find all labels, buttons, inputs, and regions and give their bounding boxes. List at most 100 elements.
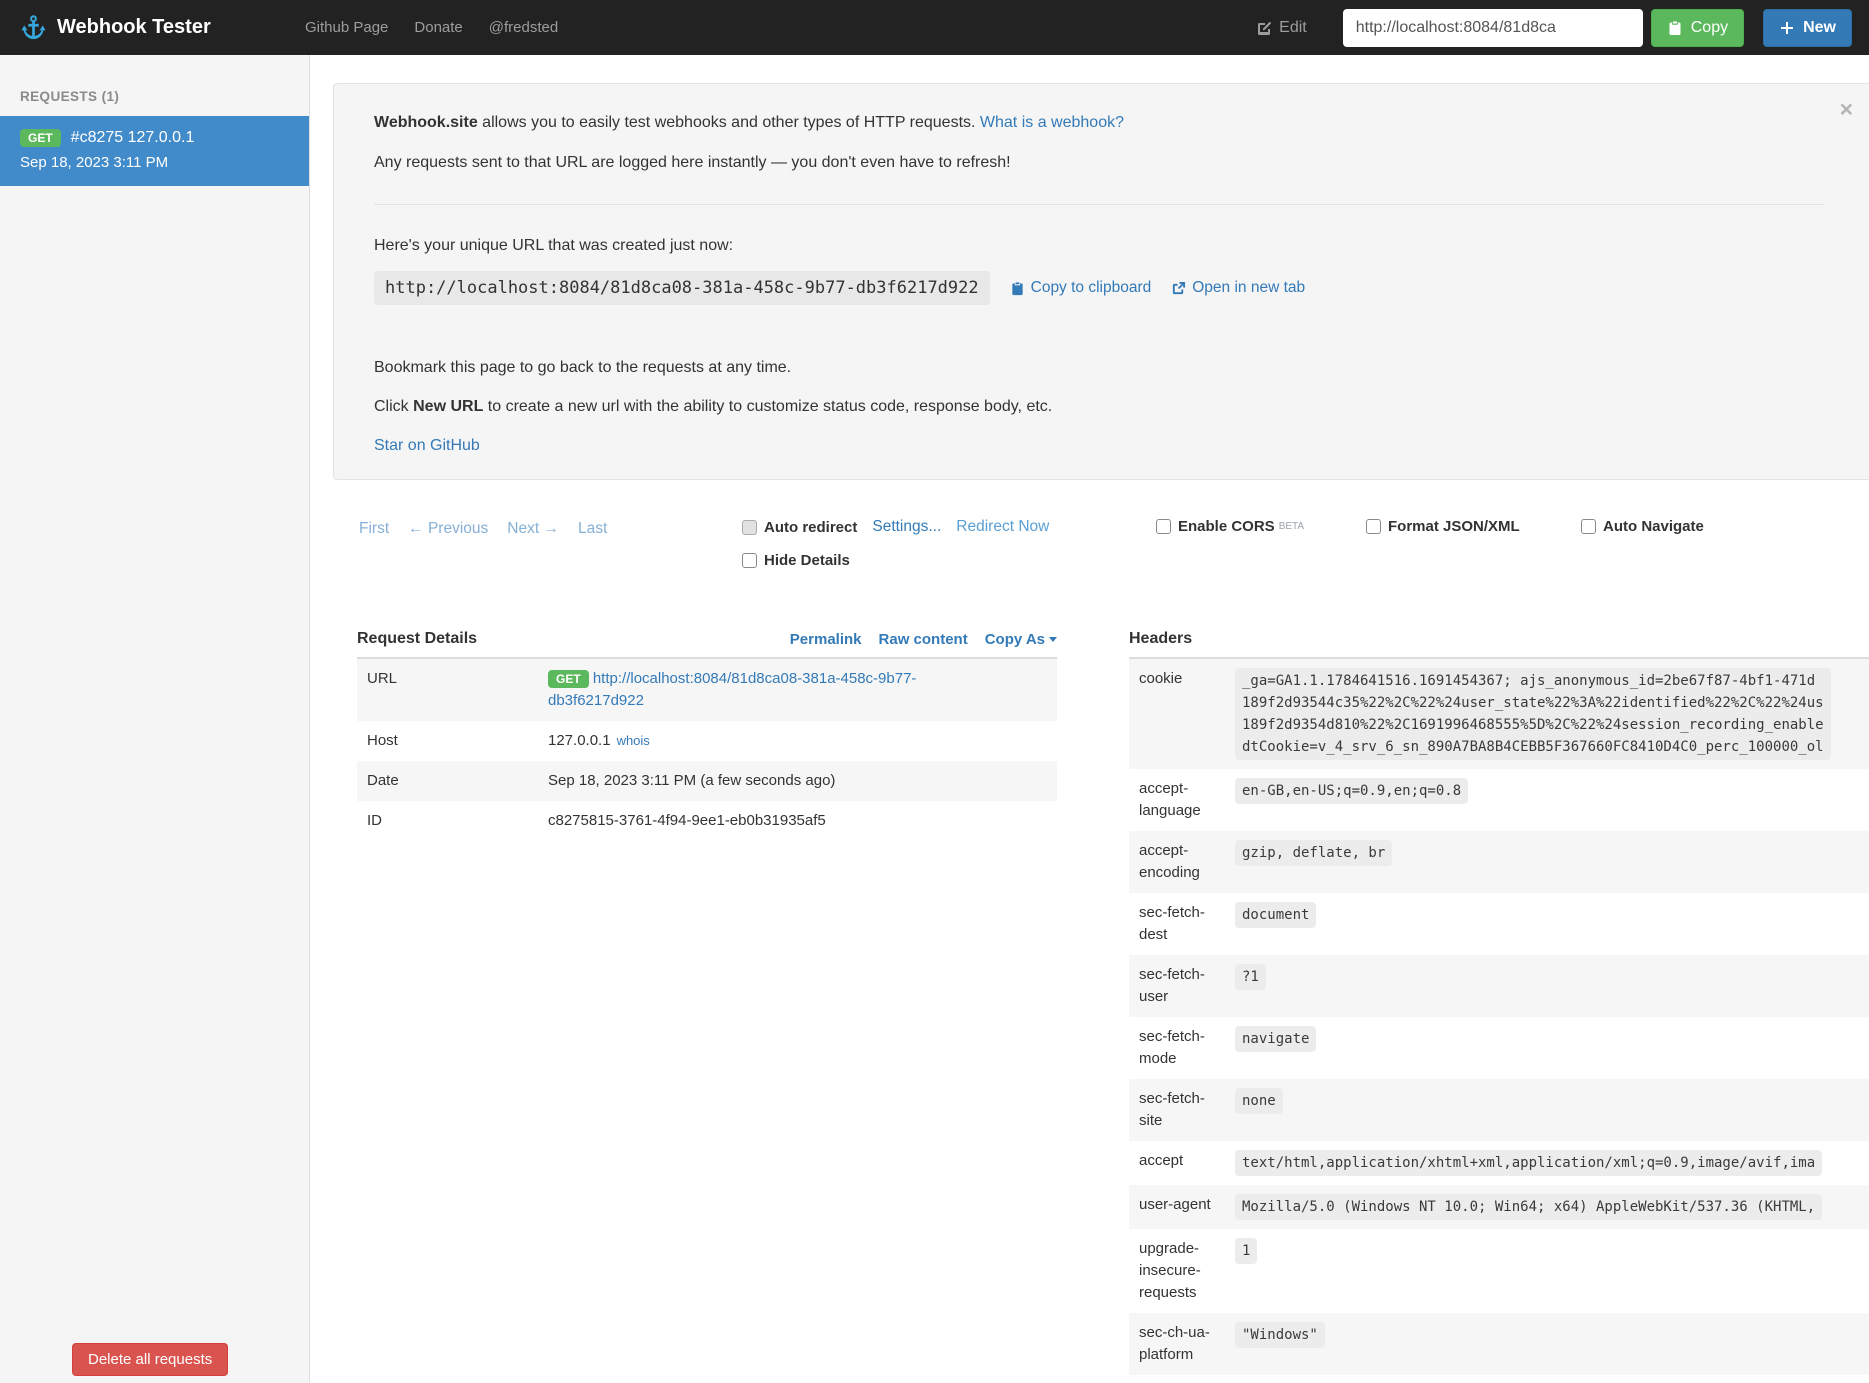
raw-content-link[interactable]: Raw content	[879, 631, 968, 648]
nav-links: Github Page Donate @fredsted	[305, 0, 558, 55]
header-row: sec-fetch-destdocument	[1129, 893, 1869, 955]
auto-redirect-label: Auto redirect	[742, 519, 857, 536]
open-in-new-tab-link[interactable]: Open in new tab	[1171, 279, 1305, 297]
unique-url-label: Here's your unique URL that was created …	[374, 237, 1824, 255]
edit-button[interactable]: Edit	[1256, 19, 1307, 37]
divider	[374, 204, 1824, 205]
request-detail-row: DateSep 18, 2023 3:11 PM (a few seconds …	[357, 761, 1057, 801]
copy-button[interactable]: Copy	[1651, 9, 1744, 47]
auto-navigate-checkbox[interactable]	[1581, 519, 1596, 534]
permalink-link[interactable]: Permalink	[790, 631, 862, 648]
intro-line-1: Webhook.site allows you to easily test w…	[374, 114, 1824, 132]
pencil-square-icon	[1256, 20, 1272, 36]
pagination-first[interactable]: First	[359, 520, 389, 538]
redirect-now-link[interactable]: Redirect Now	[956, 518, 1049, 536]
requests-header: REQUESTS (1)	[0, 55, 309, 116]
detail-value: c8275815-3761-4f94-9ee1-eb0b31935af5	[538, 801, 1057, 841]
auto-redirect-group: Auto redirect Settings... Redirect Now	[742, 518, 1049, 536]
delete-all-requests-button[interactable]: Delete all requests	[72, 1343, 228, 1376]
header-value: _ga=GA1.1.1784641516.1691454367; ajs_ano…	[1235, 668, 1831, 760]
intro-panel: × Webhook.site allows you to easily test…	[333, 83, 1869, 480]
detail-label: Date	[357, 761, 538, 801]
request-details-links: Permalink Raw content Copy As	[790, 631, 1057, 648]
detail-value: Sep 18, 2023 3:11 PM (a few seconds ago)	[538, 761, 1057, 801]
pagination: First ← Previous Next → Last	[359, 520, 607, 538]
close-icon[interactable]: ×	[1840, 98, 1853, 121]
request-item-title: #c8275 127.0.0.1	[71, 129, 195, 147]
edit-label: Edit	[1279, 19, 1307, 37]
header-value: gzip, deflate, br	[1235, 840, 1392, 866]
anchor-icon	[20, 14, 47, 41]
new-url-bold: New URL	[413, 398, 483, 415]
header-row: accept-encodinggzip, deflate, br	[1129, 831, 1869, 893]
enable-cors-checkbox[interactable]	[1156, 519, 1171, 534]
detail-value: 127.0.0.1whois	[538, 721, 1057, 761]
nav-donate[interactable]: Donate	[414, 19, 462, 36]
detail-label: URL	[357, 659, 538, 721]
nav-right-group: Edit Copy New	[1256, 0, 1852, 55]
header-name: cookie	[1129, 659, 1225, 769]
what-is-webhook-link[interactable]: What is a webhook?	[980, 114, 1124, 131]
toolbar: First ← Previous Next → Last Auto redire…	[357, 518, 1869, 596]
format-json-text: Format JSON/XML	[1388, 518, 1520, 535]
unique-url-code: http://localhost:8084/81d8ca08-381a-458c…	[374, 271, 990, 305]
header-value-cell: ?1	[1225, 955, 1869, 1017]
headers-section: Headers cookie_ga=GA1.1.1784641516.16914…	[1129, 630, 1869, 1375]
header-name: sec-ch-ua-platform	[1129, 1313, 1225, 1375]
format-json-group: Format JSON/XML	[1366, 518, 1520, 535]
headers-title: Headers	[1129, 630, 1192, 648]
request-list-item[interactable]: GET #c8275 127.0.0.1 Sep 18, 2023 3:11 P…	[0, 116, 309, 186]
clipboard-icon	[1010, 281, 1025, 296]
nav-github-page[interactable]: Github Page	[305, 19, 388, 36]
header-value: document	[1235, 902, 1316, 928]
auto-redirect-checkbox[interactable]	[742, 520, 757, 535]
main-content: × Webhook.site allows you to easily test…	[311, 55, 1869, 1383]
header-value: Mozilla/5.0 (Windows NT 10.0; Win64; x64…	[1235, 1194, 1822, 1220]
header-row: sec-fetch-sitenone	[1129, 1079, 1869, 1141]
header-name: accept	[1129, 1141, 1225, 1185]
method-badge: GET	[548, 670, 589, 688]
header-row: sec-fetch-user?1	[1129, 955, 1869, 1017]
copy-to-clipboard-link[interactable]: Copy to clipboard	[1010, 279, 1152, 297]
request-content: First ← Previous Next → Last Auto redire…	[333, 518, 1869, 1375]
detail-tables: Request Details Permalink Raw content Co…	[357, 630, 1869, 1375]
webhook-site-bold: Webhook.site	[374, 114, 478, 131]
new-button[interactable]: New	[1763, 9, 1852, 47]
bookmark-text: Bookmark this page to go back to the req…	[374, 359, 1824, 377]
nav-fredsted[interactable]: @fredsted	[489, 19, 558, 36]
header-value-cell: _ga=GA1.1.1784641516.1691454367; ajs_ano…	[1225, 659, 1869, 769]
request-url-link[interactable]: http://localhost:8084/81d8ca08-381a-458c…	[548, 670, 916, 709]
intro-text: allows you to easily test webhooks and o…	[478, 114, 980, 131]
copy-as-dropdown[interactable]: Copy As	[985, 631, 1057, 648]
hide-details-group: Hide Details	[742, 552, 850, 569]
header-value-cell: navigate	[1225, 1017, 1869, 1079]
click-post: to create a new url with the ability to …	[483, 398, 1052, 415]
header-row: upgrade-insecure-requests1	[1129, 1229, 1869, 1313]
intro-line-2: Any requests sent to that URL are logged…	[374, 154, 1824, 172]
header-name: user-agent	[1129, 1185, 1225, 1229]
header-value-cell: text/html,application/xhtml+xml,applicat…	[1225, 1141, 1869, 1185]
header-value: none	[1235, 1088, 1283, 1114]
new-label: New	[1803, 19, 1836, 37]
pagination-next[interactable]: Next →	[507, 520, 559, 538]
detail-value: GET http://localhost:8084/81d8ca08-381a-…	[538, 659, 1057, 721]
hide-details-checkbox[interactable]	[742, 553, 757, 568]
header-name: sec-fetch-user	[1129, 955, 1225, 1017]
whois-link[interactable]: whois	[617, 733, 650, 748]
unique-url-row: http://localhost:8084/81d8ca08-381a-458c…	[374, 271, 1824, 305]
header-value: 1	[1235, 1238, 1257, 1264]
copy-to-clipboard-label: Copy to clipboard	[1031, 279, 1152, 297]
format-json-checkbox[interactable]	[1366, 519, 1381, 534]
header-name: accept-language	[1129, 769, 1225, 831]
url-input[interactable]	[1343, 9, 1643, 47]
header-value-cell: Mozilla/5.0 (Windows NT 10.0; Win64; x64…	[1225, 1185, 1869, 1229]
pagination-previous[interactable]: ← Previous	[408, 520, 488, 538]
star-on-github-link[interactable]: Star on GitHub	[374, 437, 480, 454]
request-details-table: URLGET http://localhost:8084/81d8ca08-38…	[357, 659, 1057, 841]
pagination-last[interactable]: Last	[578, 520, 607, 538]
settings-link[interactable]: Settings...	[872, 518, 941, 536]
beta-badge: BETA	[1279, 521, 1304, 532]
brand[interactable]: Webhook Tester	[20, 0, 211, 55]
plus-icon	[1779, 20, 1795, 36]
header-row: cookie_ga=GA1.1.1784641516.1691454367; a…	[1129, 659, 1869, 769]
